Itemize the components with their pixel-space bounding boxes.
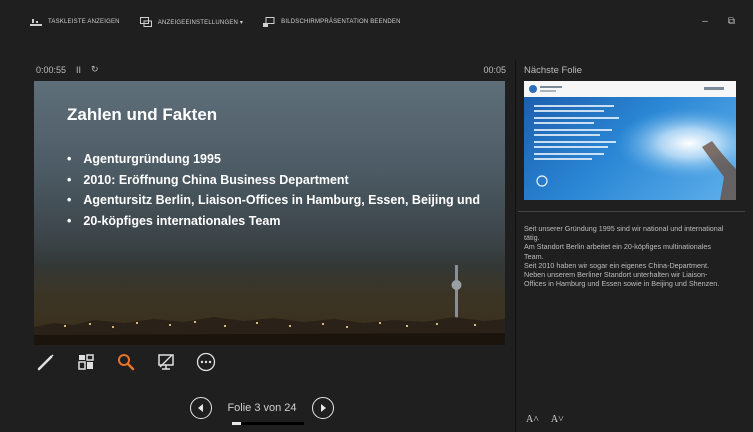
see-all-slides-icon — [78, 354, 94, 370]
slide-title: Zahlen und Fakten — [67, 105, 218, 124]
show-taskbar-label: TASKLEISTE ANZEIGEN — [48, 19, 120, 25]
slide-progress-fill — [232, 422, 241, 425]
slide-bullet: Agentursitz Berlin, Liaison-Offices in H… — [67, 193, 480, 207]
elapsed-time: 0:00:55 — [36, 64, 67, 75]
next-slide-label: Nächste Folie — [524, 65, 583, 76]
thumbnail-image — [524, 97, 736, 200]
pen-tool-button[interactable] — [36, 352, 56, 372]
thumbnail-logo-image — [529, 85, 724, 93]
slide-bullet: 20-köpfiges internationales Team — [67, 214, 480, 228]
next-arrow-icon — [321, 404, 326, 412]
notes-paragraph: Am Standort Berlin arbeitet ein 20-köpfi… — [524, 242, 711, 261]
display-settings-icon — [139, 17, 152, 27]
zoom-icon — [118, 354, 135, 371]
speaker-notes: Seit unserer Gründung 1995 sind wir nati… — [524, 224, 729, 288]
end-slideshow-icon — [263, 17, 275, 27]
next-slide-thumbnail[interactable] — [524, 81, 736, 200]
slide-navigation: Folie 3 von 24 — [190, 397, 334, 419]
slide-counter[interactable]: Folie 3 von 24 — [222, 402, 302, 414]
notes-paragraph: Seit 2010 haben wir sogar ein eigenes Ch… — [524, 260, 720, 289]
clock-time: 00:05 — [483, 64, 506, 75]
city-skyline-image — [34, 265, 505, 345]
previous-slide-button[interactable] — [190, 397, 212, 419]
minimize-button[interactable]: – — [702, 16, 708, 27]
reset-timer-button[interactable]: ↻ — [91, 64, 99, 75]
slide-bullet: Agenturgründung 1995 — [67, 152, 480, 166]
restore-button[interactable]: ⧉ — [728, 16, 735, 27]
next-slide-button[interactable] — [312, 397, 334, 419]
taskbar-icon — [30, 19, 42, 26]
window-controls: – ⧉ — [702, 16, 735, 27]
zoom-button[interactable] — [116, 352, 136, 372]
see-all-slides-button[interactable] — [76, 352, 96, 372]
notes-divider — [518, 211, 745, 212]
timer-row: 0:00:55 II ↻ 00:05 — [36, 64, 506, 75]
slide-tools — [36, 352, 216, 372]
previous-arrow-icon — [198, 404, 203, 412]
slide-progress-bar — [232, 422, 304, 425]
more-options-icon — [196, 352, 216, 372]
black-screen-icon — [158, 354, 174, 370]
decrease-font-button[interactable]: A˅ — [551, 414, 564, 425]
presenter-toolbar: TASKLEISTE ANZEIGEN ANZEIGEEINSTELLUNGEN… — [0, 0, 753, 44]
display-settings-label: ANZEIGEEINSTELLUNGEN ▾ — [157, 19, 244, 26]
notes-paragraph: Seit unserer Gründung 1995 sind wir nati… — [524, 224, 724, 243]
thumbnail-body — [524, 97, 736, 200]
end-slideshow-label: BILDSCHIRMPRÄSENTATION BEENDEN — [281, 19, 401, 25]
more-options-button[interactable] — [196, 352, 216, 372]
thumbnail-header — [524, 81, 736, 97]
notes-font-controls: A˄ A˅ — [526, 414, 564, 425]
pen-icon — [37, 354, 54, 371]
slide-bullet: 2010: Eröffnung China Business Departmen… — [67, 173, 480, 187]
end-slideshow-button[interactable]: BILDSCHIRMPRÄSENTATION BEENDEN — [263, 17, 400, 27]
pause-timer-button[interactable]: II — [76, 65, 81, 75]
show-taskbar-button[interactable]: TASKLEISTE ANZEIGEN — [30, 17, 120, 27]
increase-font-button[interactable]: A˄ — [526, 414, 539, 425]
current-slide[interactable]: Zahlen und Fakten Agenturgründung 1995 2… — [34, 81, 505, 345]
display-settings-button[interactable]: ANZEIGEEINSTELLUNGEN ▾ — [139, 17, 244, 27]
slide-bullet-list: Agenturgründung 1995 2010: Eröffnung Chi… — [67, 152, 480, 234]
black-screen-button[interactable] — [156, 352, 176, 372]
pane-divider — [515, 60, 516, 432]
